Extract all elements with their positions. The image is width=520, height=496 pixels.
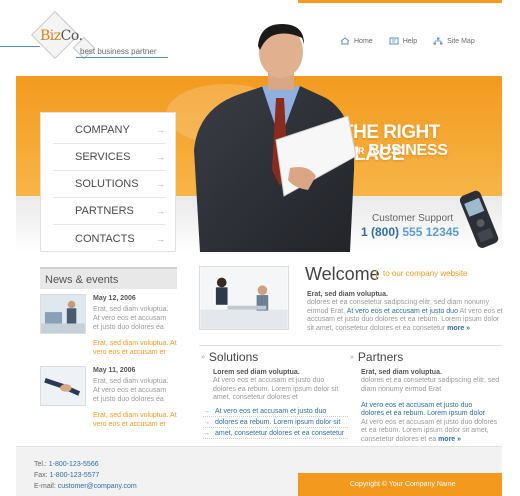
footer-email: E-mail: customer@company.com: [34, 483, 137, 490]
news-item: May 12, 2006 Erat, sed diam voluptua. At…: [40, 294, 180, 364]
content-divider: [199, 345, 502, 346]
menu-item-partners[interactable]: PARTNERS →: [53, 198, 165, 225]
welcome-more-link[interactable]: more »: [447, 325, 470, 332]
menu-item-services[interactable]: SERVICES →: [53, 144, 165, 171]
solutions-link[interactable]: → At vero eos et accusam et justo duo: [203, 406, 348, 417]
nav-sitemap[interactable]: Site Map: [433, 37, 475, 45]
arrow-right-icon: →: [156, 125, 165, 135]
news-date: May 12, 2006: [93, 295, 136, 302]
footer: Tel.: 1-800-123-5566 Fax: 1-800-123-5577…: [16, 446, 502, 496]
support-label: Customer Support: [372, 213, 454, 224]
partners-links: At vero eos et accusam et justo duo dolo…: [361, 402, 503, 444]
top-accent-line: [298, 0, 502, 3]
news-thumbnail-handshake: [40, 366, 86, 406]
footer-contacts: Tel.: 1-800-123-5566 Fax: 1-800-123-5577…: [34, 459, 137, 492]
nav-help[interactable]: Help: [389, 37, 417, 45]
partners-title: » Partners: [350, 350, 404, 364]
mobile-phone-icon: [460, 190, 499, 248]
hero-slogan-line2: FOR BUSINESS: [346, 142, 448, 159]
menu-item-label: CONTACTS: [75, 232, 135, 245]
partners-body: dolores et ea consetetur sadipscing elit…: [361, 377, 500, 393]
arrow-right-icon: →: [203, 407, 210, 415]
solutions-title: » Solutions: [201, 350, 259, 364]
support-phone[interactable]: 1 (800) 555 12345: [361, 225, 459, 239]
top-nav: Home Help Site Map: [340, 37, 475, 45]
footer-copyright: Copyright © Your Company Name: [298, 473, 502, 496]
welcome-text: Erat, sed diam voluptua. dolores et ea c…: [307, 291, 503, 333]
hero-businessman-image: [194, 24, 357, 252]
arrow-right-icon: →: [203, 418, 210, 426]
nav-sitemap-label: Site Map: [447, 37, 475, 45]
news-heading: News & events: [40, 267, 177, 289]
main-menu: COMPANY → SERVICES → SOLUTIONS → PARTNER…: [40, 112, 176, 252]
welcome-office-photo: [199, 266, 289, 330]
bullet-icon: »: [350, 354, 354, 362]
news-link[interactable]: Erat, sed diam voluptua. At vero eos et …: [93, 339, 183, 357]
welcome-subtitle: to our company website: [383, 269, 468, 278]
solutions-body: At vero eos et accusam et justo duo dolo…: [213, 377, 339, 402]
welcome-lead: Erat, sed diam voluptua.: [307, 291, 388, 298]
menu-item-contacts[interactable]: CONTACTS →: [53, 225, 165, 252]
welcome-highlight[interactable]: At vero eos et accusam et justo duo: [347, 308, 458, 315]
partners-link[interactable]: At vero eos et accusam et justo duo: [361, 402, 503, 410]
logo-text: BizCo.: [40, 28, 83, 44]
sitemap-icon: [433, 37, 443, 45]
solutions-link[interactable]: → amet, consetetur dolores et ea consetet…: [203, 428, 348, 439]
footer-fax: Fax: 1-800-123-5577: [34, 472, 100, 479]
logo-line: [0, 46, 40, 47]
menu-item-company[interactable]: COMPANY →: [53, 117, 165, 144]
footer-tel: Tel.: 1-800-123-5566: [34, 461, 99, 468]
arrow-right-icon: →: [156, 206, 165, 216]
nav-help-label: Help: [402, 37, 418, 45]
menu-item-label: COMPANY: [75, 124, 130, 136]
arrow-right-icon: →: [156, 152, 165, 162]
logo-underline: [76, 57, 168, 58]
welcome-title: Welcome: [305, 264, 380, 284]
menu-item-label: PARTNERS: [75, 205, 134, 217]
solutions-lead: Lorem sed diam voluptua.: [213, 369, 300, 376]
welcome-separator: [376, 270, 377, 280]
partners-more-link[interactable]: more »: [438, 436, 461, 443]
solutions-link[interactable]: → dolores ea rebum. Lorem ipsum dolor sit: [203, 417, 348, 428]
logo-tagline: best business partner: [80, 47, 157, 56]
menu-item-label: SOLUTIONS: [75, 178, 139, 190]
menu-item-label: SERVICES: [75, 151, 131, 163]
arrow-right-icon: →: [156, 179, 165, 189]
menu-item-solutions[interactable]: SOLUTIONS →: [53, 171, 165, 198]
partners-link[interactable]: dolores et ea rebum. Lorem ipsum dolor: [361, 410, 503, 418]
logo[interactable]: BizCo. best business partner: [0, 8, 175, 68]
news-body: Erat, sed diam voluptua. At vero eos et …: [93, 306, 169, 331]
partners-lead: Erat, sed diam voluptua.: [361, 369, 442, 376]
news-date: May 11, 2006: [93, 367, 136, 374]
arrow-right-icon: →: [156, 233, 165, 244]
arrow-right-icon: →: [203, 429, 210, 437]
partners-body2: At vero eos et accusam et justo duo dolo…: [361, 418, 498, 443]
partners-text: Erat, sed diam voluptua. dolores et ea c…: [361, 369, 501, 394]
solutions-text: Lorem sed diam voluptua. At vero eos et …: [213, 369, 345, 403]
news-item: May 11, 2006 Erat, sed diam voluptua. At…: [40, 366, 180, 436]
news-thumbnail-office: [40, 294, 86, 334]
bullet-icon: »: [201, 354, 205, 362]
help-icon: [389, 37, 399, 45]
news-body: Erat, sed diam voluptua. At vero eos et …: [93, 378, 169, 403]
news-link[interactable]: Erat, sed diam voluptua. At vero eos et …: [93, 411, 183, 429]
email-link[interactable]: customer@company.com: [58, 483, 137, 490]
solutions-links: → At vero eos et accusam et justo duo → do…: [203, 406, 348, 439]
